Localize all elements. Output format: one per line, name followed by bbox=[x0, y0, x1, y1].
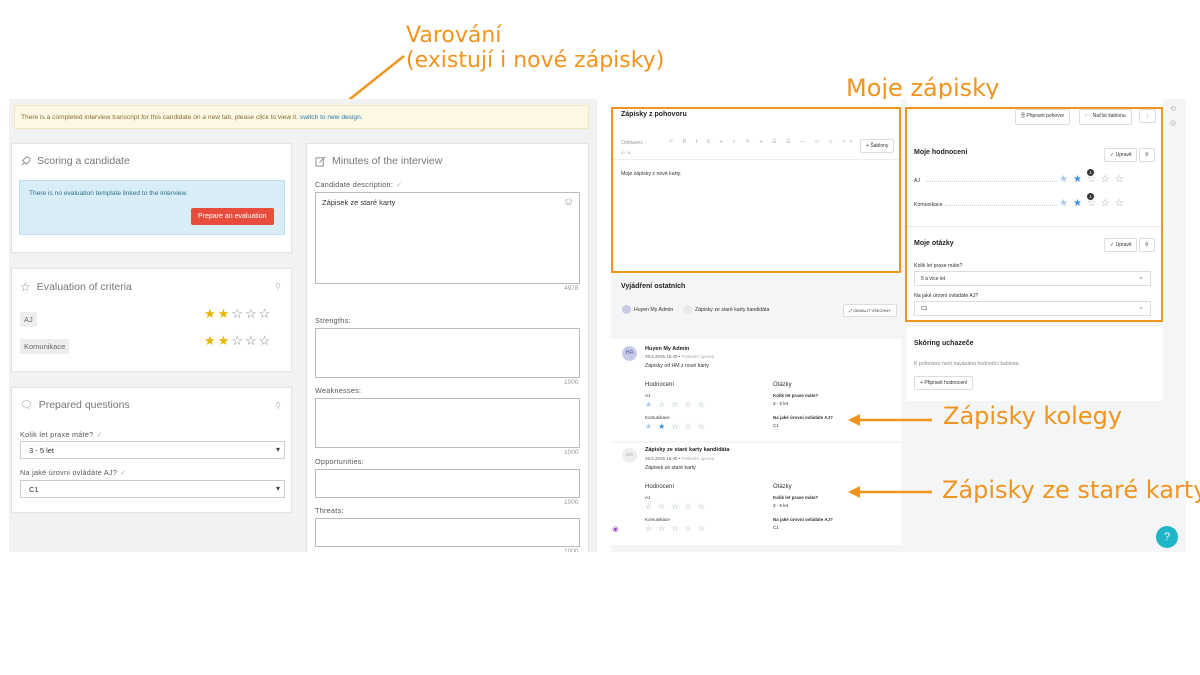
scoring-panel: Scoring a candidate There is no evaluati… bbox=[11, 143, 292, 253]
feed2-ratings-label: Hodnocení bbox=[645, 484, 675, 490]
chip-huyen[interactable]: Huyen My Admin bbox=[634, 307, 673, 313]
feed1-rating-komunikace: Komunikace bbox=[645, 415, 670, 420]
switch-design-link[interactable]: switch to new design. bbox=[300, 114, 363, 121]
others-title: Vyjádření ostatních bbox=[621, 283, 686, 290]
pin-icon[interactable]: ⚲ bbox=[275, 282, 281, 291]
feed1-ratings-label: Hodnocení bbox=[645, 382, 675, 388]
speech-bubble-icon: 🗨 bbox=[20, 399, 33, 411]
weaknesses-textarea[interactable] bbox=[315, 398, 580, 448]
prepare-evaluation-button[interactable]: Prepare an evaluation bbox=[191, 208, 274, 225]
description-label: Candidate description: bbox=[315, 180, 394, 189]
threats-textarea[interactable] bbox=[315, 518, 580, 547]
question2-select[interactable]: C1 bbox=[20, 480, 285, 498]
colleague-arrow bbox=[848, 414, 932, 426]
description-textarea[interactable]: Zápisek ze staré karty bbox=[315, 192, 580, 284]
scoring-title: Scoring a candidate bbox=[37, 155, 130, 167]
feed2-text: Zápisek ze staré karty bbox=[645, 465, 696, 471]
feed2-a2: C1 bbox=[773, 525, 779, 530]
feed2-q1: Kolik let praxe máte? bbox=[773, 495, 819, 500]
my-notes-highlight bbox=[611, 107, 901, 273]
my-notes-annotation: Moje zápisky bbox=[846, 74, 1000, 102]
minutes-title: Minutes of the interview bbox=[332, 155, 443, 167]
opportunities-counter: 1000 bbox=[564, 499, 579, 506]
feed1-q1: Kolik let praxe máte? bbox=[773, 393, 819, 398]
warning-annotation-line2: (existují i nové zápisky) bbox=[406, 48, 665, 73]
threats-counter: 1000 bbox=[564, 548, 579, 552]
rocket-icon bbox=[21, 155, 31, 165]
warning-annotation-line1: Varování bbox=[406, 23, 502, 48]
description-counter: 4978 bbox=[564, 285, 579, 292]
ai-assistant-icon[interactable]: ❀ bbox=[612, 525, 619, 534]
feed1-meta: 29.5.2025 16:40 • Poslední úprava bbox=[645, 354, 715, 359]
edit-icon bbox=[315, 156, 326, 167]
opportunities-label: Opportunities: bbox=[315, 457, 364, 466]
criteria-panel: ☆ Evaluation of criteria ⚲ AJ ★★☆☆☆ Komu… bbox=[11, 268, 292, 372]
feed1-author: Huyen My Admin bbox=[645, 346, 690, 352]
feed2-rating-komunikace: Komunikace bbox=[645, 517, 670, 522]
minutes-panel: Minutes of the interview Candidate descr… bbox=[306, 143, 589, 552]
threats-label: Threats: bbox=[315, 506, 344, 515]
old-card-notes-annotation: Zápisky ze staré karty bbox=[942, 476, 1200, 504]
colleague-notes-annotation: Zápisky kolegy bbox=[943, 402, 1123, 430]
author-avatar bbox=[683, 305, 692, 314]
feed1-questions-label: Otázky bbox=[773, 382, 792, 388]
feed2-stars-aj: ☆☆☆☆☆ bbox=[645, 502, 711, 511]
weaknesses-label: Weaknesses: bbox=[315, 386, 362, 395]
question2-label: Na jaké úrovni ovládáte AJ? bbox=[20, 468, 118, 477]
sidebar-icons[interactable]: ⟲ ◎ bbox=[1170, 103, 1176, 131]
feed2-a1: 3 - 5 let bbox=[773, 503, 789, 508]
feed1-a2: C1 bbox=[773, 423, 779, 428]
criteria-title: Evaluation of criteria bbox=[36, 281, 132, 293]
author-avatar: HA bbox=[622, 346, 637, 361]
old-card-arrow bbox=[848, 486, 932, 498]
feed2-q2: Na jaké úrovni ovládáte AJ? bbox=[773, 517, 833, 522]
expand-all-button[interactable]: ⤢ ODBALIT VŠECHNY bbox=[843, 304, 897, 317]
chip-old-card[interactable]: Zápisky ze staré karty kandidáta bbox=[695, 307, 769, 313]
feed2-author: Zápisky ze staré karty kandidáta bbox=[645, 447, 730, 453]
feed2-questions-label: Otázky bbox=[773, 484, 792, 490]
scoring-text: K pohovoru není navázána hodnotící šablo… bbox=[914, 361, 1020, 367]
star-outline-icon: ☆ bbox=[20, 280, 31, 294]
author-avatar: ATS bbox=[622, 448, 637, 463]
criterion-tag-komunikace: Komunikace bbox=[20, 339, 70, 354]
questions-title: Prepared questions bbox=[38, 399, 130, 411]
transcript-alert: There is a completed interview transcrip… bbox=[14, 105, 589, 129]
feed1-text: Zápisky od HM z nové karty bbox=[645, 363, 710, 369]
feed1-stars-aj: ★☆☆☆☆ bbox=[645, 400, 711, 409]
criterion-tag-aj: AJ bbox=[20, 312, 37, 327]
check-icon: ✓ bbox=[396, 180, 403, 189]
author-avatar bbox=[622, 305, 631, 314]
strengths-counter: 1000 bbox=[564, 379, 579, 386]
strengths-textarea[interactable] bbox=[315, 328, 580, 378]
help-button[interactable]: ? bbox=[1156, 526, 1178, 548]
feed2-stars-komunikace: ☆☆☆☆☆ bbox=[645, 524, 711, 533]
check-icon: ✓ bbox=[120, 468, 127, 477]
feed2-rating-aj: AJ bbox=[645, 495, 651, 500]
prepare-scoring-button[interactable]: + Připravit hodnocení bbox=[914, 376, 974, 390]
feed1-stars-komunikace: ★★☆☆☆ bbox=[645, 422, 711, 431]
criterion-stars-aj[interactable]: ★★☆☆☆ bbox=[204, 306, 272, 322]
feed1-q2: Na jaké úrovni ovládáte AJ? bbox=[773, 415, 833, 420]
emoji-icon[interactable]: ☺ bbox=[563, 196, 574, 208]
feed1-a1: 3 - 5 let bbox=[773, 401, 789, 406]
question1-label: Kolik let praxe máte? bbox=[20, 430, 94, 439]
pin-icon[interactable]: ⚲ bbox=[275, 401, 281, 410]
old-design-screenshot: There is a completed interview transcrip… bbox=[9, 99, 597, 552]
strengths-label: Strengths: bbox=[315, 316, 351, 325]
scoring-title: Skóring uchazeče bbox=[914, 340, 974, 347]
questions-panel: 🗨 Prepared questions ⚲ Kolik let praxe m… bbox=[11, 387, 292, 513]
criterion-stars-komunikace[interactable]: ★★☆☆☆ bbox=[204, 333, 272, 349]
my-ratings-highlight bbox=[905, 107, 1163, 322]
opportunities-textarea[interactable] bbox=[315, 469, 580, 498]
check-icon: ✓ bbox=[96, 430, 103, 439]
feed2-meta: 29.5.2025 16:40 • Poslední úprava bbox=[645, 456, 715, 461]
feed1-rating-aj: AJ bbox=[645, 393, 651, 398]
question1-select[interactable]: 3 - 5 let bbox=[20, 441, 285, 459]
weaknesses-counter: 1000 bbox=[564, 449, 579, 456]
